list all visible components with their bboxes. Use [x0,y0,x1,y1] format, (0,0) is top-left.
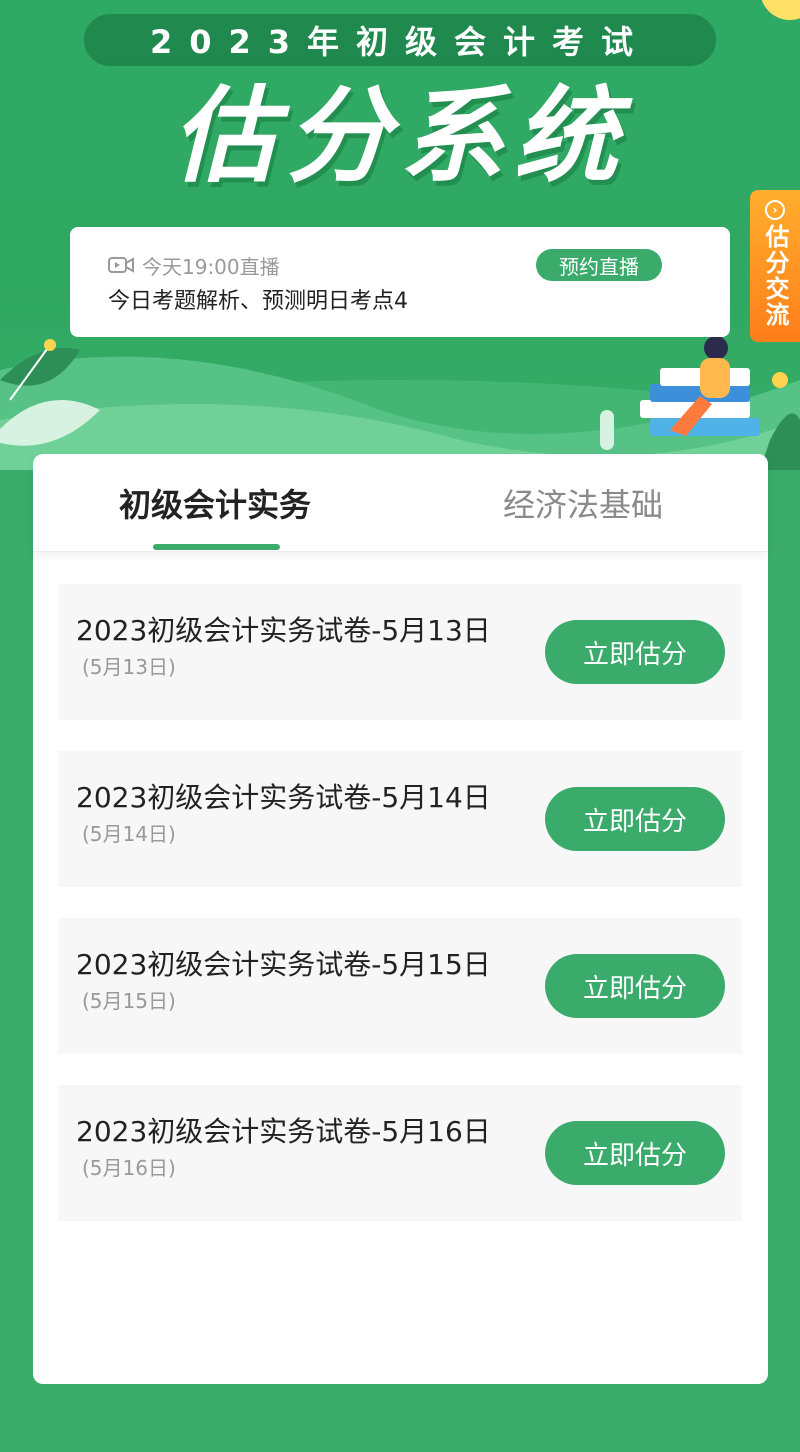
estimate-exchange-tab[interactable]: › 估分交流 [750,190,800,342]
live-broadcast-card[interactable]: 今天19:00直播 今日考题解析、预测明日考点4 预约直播 [70,227,730,337]
exam-date: (5月16日) [82,1156,176,1180]
reserve-live-button[interactable]: 预约直播 [536,249,662,281]
exam-title-text: 2023初级会计实务试卷-5月13日 [76,614,491,647]
exam-date: (5月14日) [82,822,176,846]
exam-title: 2023初级会计实务试卷-5月15日 (5月15日) [76,948,496,1018]
exam-title: 2023初级会计实务试卷-5月13日 (5月13日) [76,614,496,684]
live-time-label: 今天19:00直播 [142,254,280,279]
side-tab-label: 估分交流 [761,224,789,328]
exam-title-text: 2023初级会计实务试卷-5月15日 [76,948,491,981]
exam-title: 2023初级会计实务试卷-5月14日 (5月14日) [76,781,496,851]
estimate-button[interactable]: 立即估分 [545,787,725,851]
exam-title: 2023初级会计实务试卷-5月16日 (5月16日) [76,1115,496,1185]
estimate-button[interactable]: 立即估分 [545,620,725,684]
tab-economic-law[interactable]: 经济法基础 [503,480,663,526]
list-item: 2023初级会计实务试卷-5月16日 (5月16日) 立即估分 [58,1085,742,1221]
tab-accounting-practice[interactable]: 初级会计实务 [119,480,311,526]
exam-date: (5月15日) [82,989,176,1013]
chevron-right-circle-icon: › [765,200,785,220]
live-description: 今日考题解析、预测明日考点4 [108,289,408,314]
exam-title-text: 2023初级会计实务试卷-5月16日 [76,1115,491,1148]
list-item: 2023初级会计实务试卷-5月15日 (5月15日) 立即估分 [58,918,742,1054]
page-title: 估分系统 [171,75,628,197]
hero-banner: 2023年初级会计考试 估分系统 今天19:00直播 今日考题解析、预测明日考点… [0,0,800,470]
exam-subtitle: 2023年初级会计考试 [84,14,716,66]
live-time-row: 今天19:00直播 [108,251,280,279]
subject-tabs: 初级会计实务 经济法基础 [33,454,768,552]
list-item: 2023初级会计实务试卷-5月13日 (5月13日) 立即估分 [58,584,742,720]
exam-title-text: 2023初级会计实务试卷-5月14日 [76,781,491,814]
estimate-button[interactable]: 立即估分 [545,954,725,1018]
exam-list-panel: 初级会计实务 经济法基础 2023初级会计实务试卷-5月13日 (5月13日) 立… [33,454,768,1384]
list-item: 2023初级会计实务试卷-5月14日 (5月14日) 立即估分 [58,751,742,887]
video-camera-icon [108,257,134,273]
active-tab-indicator [153,544,280,550]
exam-date: (5月13日) [82,655,176,679]
estimate-button[interactable]: 立即估分 [545,1121,725,1185]
